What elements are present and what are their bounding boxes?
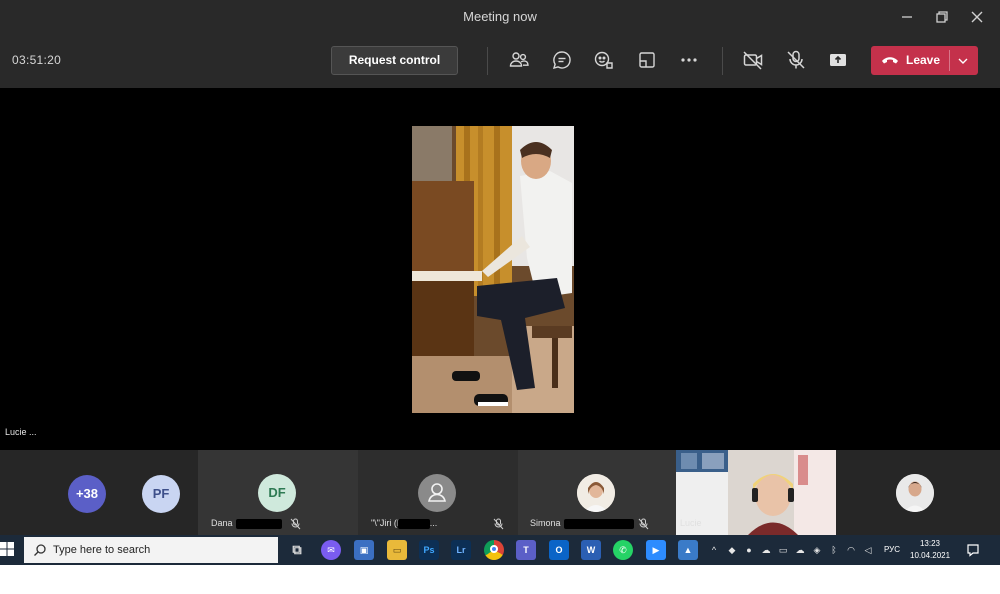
leave-button[interactable]: Leave [871,46,978,75]
search-icon [34,544,46,556]
participant-tile[interactable]: "\"Jiri (Host)\"" ... [358,450,518,535]
search-placeholder: Type here to search [53,544,151,556]
meeting-timer: 03:51:20 [12,53,62,67]
redaction-mark [398,519,430,529]
restore-icon[interactable] [931,6,953,28]
leave-label: Leave [906,53,941,67]
person-icon [418,474,456,512]
share-screen-icon[interactable] [826,48,850,72]
video-stage: Lucie ... [0,88,1000,450]
breakout-rooms-icon[interactable] [635,48,659,72]
chrome-icon[interactable] [484,540,504,560]
photos-icon[interactable]: ▲ [678,540,698,560]
participant-tile[interactable] [836,450,1000,535]
word-icon[interactable]: W [581,540,601,560]
bluetooth-icon[interactable]: ᛒ [828,544,840,556]
cloud-icon[interactable]: ☁ [760,544,772,556]
task-view-icon[interactable]: ⧉ [287,540,307,560]
teams-icon[interactable]: T [516,540,536,560]
participant-name: Lucie [680,518,702,528]
reactions-icon[interactable] [592,48,616,72]
chevron-up-icon[interactable]: ^ [708,544,720,556]
avatar [896,474,934,512]
camera-off-icon[interactable] [741,48,765,72]
shared-video[interactable] [412,126,574,413]
clock-time: 13:23 [919,539,941,548]
onedrive-icon[interactable]: ☁ [794,544,806,556]
zoom-icon[interactable]: ▶ [646,540,666,560]
minimize-icon[interactable] [896,6,918,28]
taskbar-search-box[interactable]: Type here to search [24,537,278,563]
mic-off-icon [493,517,504,530]
screenshot-margin [0,565,1000,594]
file-explorer-icon[interactable]: ▭ [387,540,407,560]
window-title: Meeting now [463,9,537,24]
teams-window: Meeting now 03:51:20 Request control Lea… [0,0,1000,594]
clock-date: 10.04.2021 [910,551,951,560]
outlook-icon[interactable]: O [549,540,569,560]
chat-icon[interactable] [550,48,574,72]
toolbar-divider [487,47,488,75]
avatar[interactable]: PF [142,475,180,513]
participants-strip: +38 PF DF Dana "\"Jiri (Host)\"" ... Sim… [0,450,1000,535]
redaction-mark [236,519,282,529]
participant-tile[interactable]: DF Dana [198,450,358,535]
participant-name: Simona [530,518,561,528]
overflow-count-badge[interactable]: +38 [68,475,106,513]
stage-participant-name: Lucie ... [5,427,37,437]
lightroom-icon[interactable]: Lr [451,540,471,560]
mic-off-icon[interactable] [784,48,808,72]
toolbar-divider [722,47,723,75]
title-bar: Meeting now [0,0,1000,33]
redaction-mark [564,519,634,529]
input-language[interactable]: РУС [884,545,900,554]
volume-icon[interactable]: ◁ [862,544,874,556]
microphone-icon[interactable]: ● [743,544,755,556]
participant-tile[interactable]: Simona [518,450,676,535]
mic-off-icon [638,517,649,530]
avatar [577,474,615,512]
mic-off-icon [290,517,301,530]
shield-icon[interactable]: ◈ [811,544,823,556]
store-icon[interactable]: ▣ [354,540,374,560]
photoshop-icon[interactable]: Ps [419,540,439,560]
battery-icon[interactable]: ▭ [777,544,789,556]
wifi-icon[interactable]: ◠ [845,544,857,556]
participant-overflow-tile: +38 PF [0,450,198,535]
leave-divider [949,50,950,71]
participants-icon[interactable] [507,48,531,72]
whatsapp-icon[interactable]: ✆ [613,540,633,560]
notification-center-icon[interactable] [966,543,980,557]
dropbox-icon[interactable]: ◆ [726,544,738,556]
windows-start-icon[interactable] [0,542,14,556]
chevron-down-icon[interactable] [956,54,970,68]
avatar: DF [258,474,296,512]
close-icon[interactable] [966,6,988,28]
windows-taskbar: Type here to search ⧉ ✉ ▣ ▭ Ps Lr T O W … [0,535,1000,565]
request-control-button[interactable]: Request control [331,46,458,75]
participant-tile-video[interactable]: Lucie [676,450,836,535]
system-clock[interactable]: 13:23 10.04.2021 [910,538,950,562]
meeting-toolbar: 03:51:20 Request control Leave [0,33,1000,88]
messenger-icon[interactable]: ✉ [321,540,341,560]
more-options-icon[interactable] [677,48,701,72]
participant-name: Dana [211,518,233,528]
hang-up-icon [882,57,898,64]
